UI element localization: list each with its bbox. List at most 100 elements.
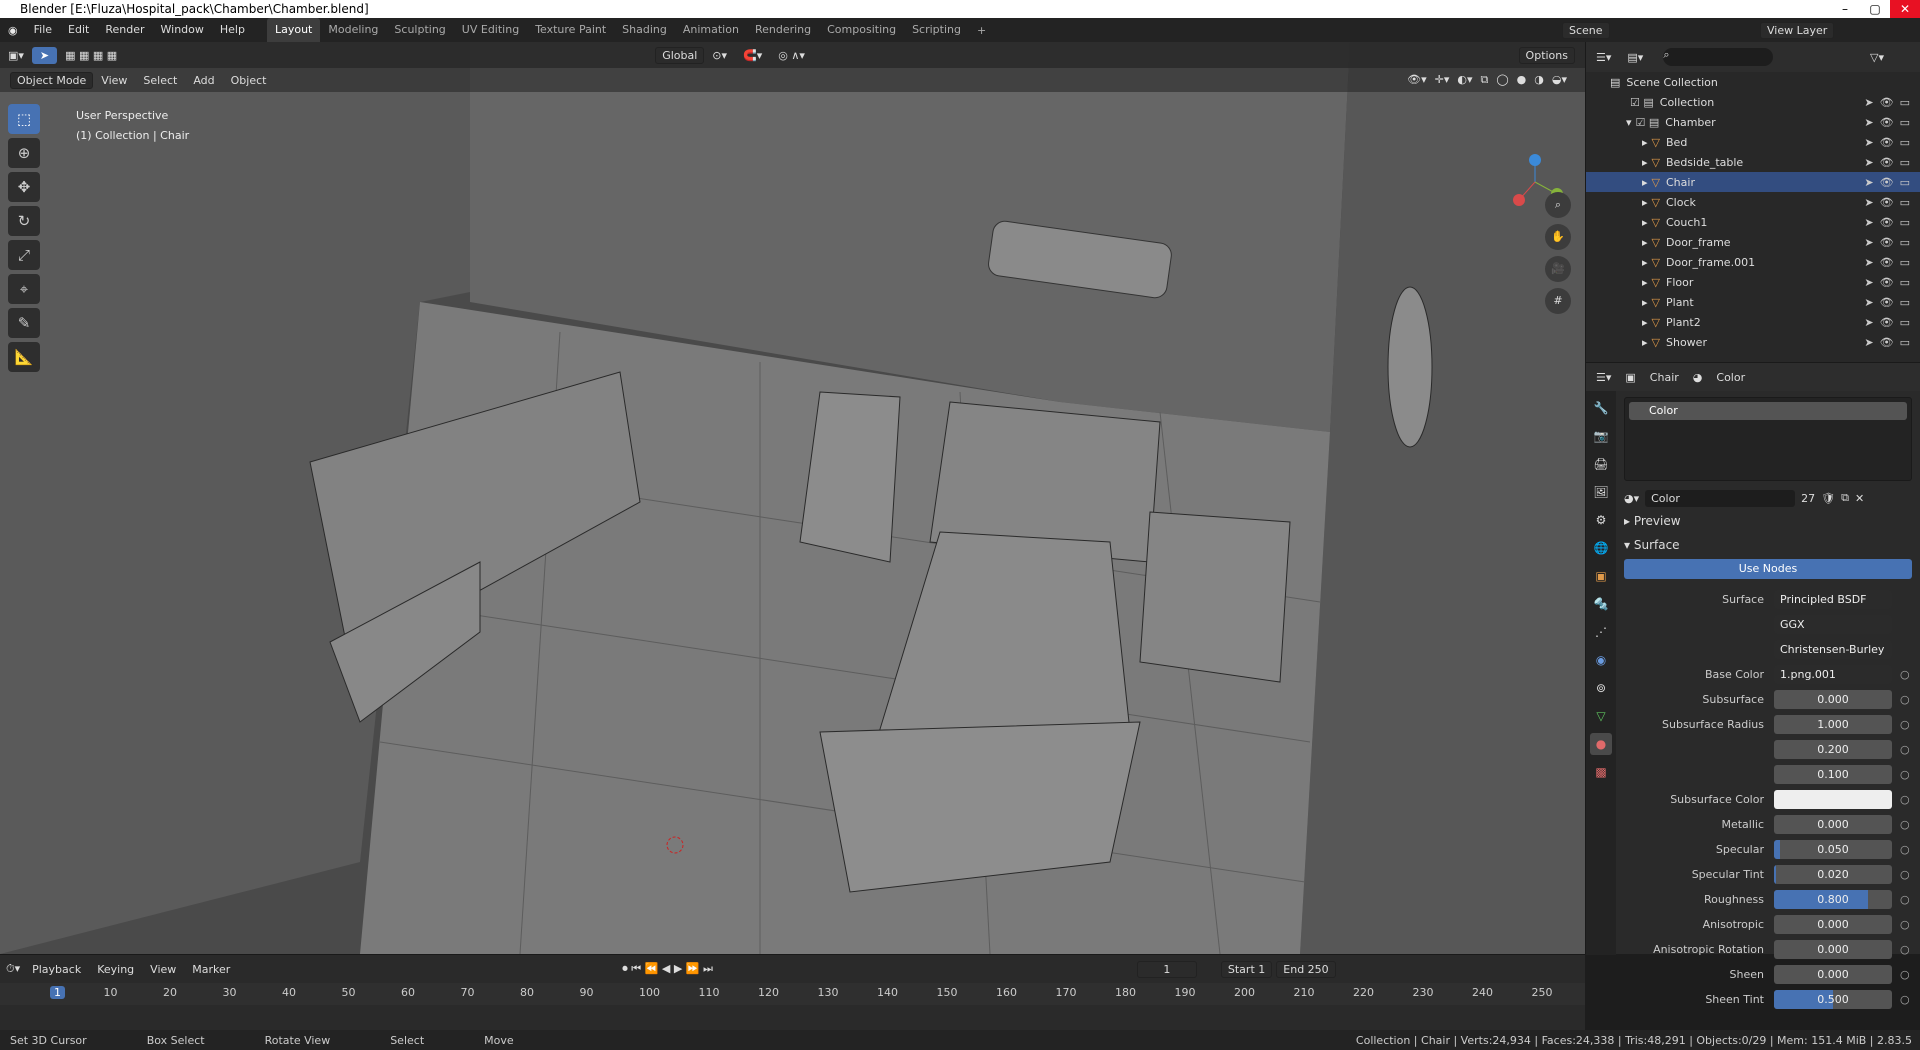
render-toggle-icon[interactable]: ▭ xyxy=(1900,176,1910,189)
material-browse-icon[interactable]: ◕▾ xyxy=(1624,492,1639,505)
keyframe-dot-icon[interactable]: ○ xyxy=(1900,818,1910,831)
scale-icon[interactable]: ⤢ xyxy=(8,240,40,270)
expand-arrow-icon[interactable]: ▸ xyxy=(1642,176,1648,189)
tab-animation[interactable]: Animation xyxy=(675,18,747,42)
tab-uv-editing[interactable]: UV Editing xyxy=(454,18,527,42)
transform-icon[interactable]: ⌖ xyxy=(8,274,40,304)
transform-orientation-dropdown[interactable]: Global xyxy=(655,46,705,64)
property-value-specular-tint[interactable]: 0.020 xyxy=(1774,865,1892,884)
editor-type-icon[interactable]: ▣▾ xyxy=(0,47,32,64)
solid-icon[interactable]: ● xyxy=(1517,73,1527,87)
surface-panel[interactable]: ▾ Surface xyxy=(1624,533,1912,557)
outliner-item-chair[interactable]: ▸ ▽ Chair ➤ 👁 ▭ xyxy=(1586,172,1920,192)
menu-help[interactable]: Help xyxy=(212,18,253,42)
scene-collection-row[interactable]: ▤ Scene Collection xyxy=(1586,72,1920,92)
outliner-item-door-frame[interactable]: ▸ ▽ Door_frame ➤ 👁 ▭ xyxy=(1586,232,1920,252)
tab-compositing[interactable]: Compositing xyxy=(819,18,904,42)
wireframe-icon[interactable]: ◯ xyxy=(1496,73,1508,87)
property-value-sheen[interactable]: 0.000 xyxy=(1774,965,1892,984)
zoom-icon[interactable]: ⌕ xyxy=(1545,192,1571,218)
timeline-menu-marker[interactable]: Marker xyxy=(184,961,238,978)
viewport-menu-object[interactable]: Object xyxy=(223,72,275,89)
property-value-anisotropic[interactable]: 0.000 xyxy=(1774,915,1892,934)
expand-arrow-icon[interactable]: ▸ xyxy=(1642,296,1648,309)
eye-icon[interactable]: 👁 xyxy=(1880,176,1894,189)
outliner-search-input[interactable]: ⌕ xyxy=(1663,48,1774,66)
fake-user-icon[interactable]: 🛡 xyxy=(1821,492,1835,505)
transport-controls[interactable]: ⏺ ⏮ ⏪ ◀ ▶ ⏩ ⏭ xyxy=(622,962,713,976)
property-value-roughness[interactable]: 0.800 xyxy=(1774,890,1892,909)
measure-icon[interactable]: 📐 xyxy=(8,342,40,372)
keyframe-dot-icon[interactable]: ○ xyxy=(1900,843,1910,856)
expand-arrow-icon[interactable]: ▸ xyxy=(1642,316,1648,329)
keyframe-dot-icon[interactable]: ○ xyxy=(1900,868,1910,881)
property-value-subsurface-radius[interactable]: 1.000 xyxy=(1774,715,1892,734)
close-button[interactable]: ✕ xyxy=(1890,0,1920,18)
current-frame-field[interactable]: 1 xyxy=(1136,960,1197,978)
data-tab-icon[interactable]: ▽ xyxy=(1590,705,1612,727)
minimize-button[interactable]: – xyxy=(1830,0,1860,18)
select-toggle-icon[interactable]: ➤ xyxy=(1864,296,1873,309)
eye-icon[interactable]: 👁 xyxy=(1880,216,1894,229)
overlay-icon[interactable]: ◐▾ xyxy=(1457,73,1472,87)
camera-icon[interactable]: 🎥 xyxy=(1545,256,1571,282)
physics-tab-icon[interactable]: ◉ xyxy=(1590,649,1612,671)
select-toggle-icon[interactable]: ➤ xyxy=(1864,156,1873,169)
select-toggle-icon[interactable]: ➤ xyxy=(1864,96,1873,109)
particles-tab-icon[interactable]: ⋰ xyxy=(1590,621,1612,643)
keyframe-dot-icon[interactable]: ○ xyxy=(1900,943,1910,956)
viewport-menu-add[interactable]: Add xyxy=(185,72,222,89)
render-toggle-icon[interactable]: ▭ xyxy=(1900,256,1910,269)
select-toggle-icon[interactable]: ➤ xyxy=(1864,216,1873,229)
render-toggle-icon[interactable]: ▭ xyxy=(1900,336,1910,349)
tab-scripting[interactable]: Scripting xyxy=(904,18,969,42)
scene-tab-icon[interactable]: ⚙ xyxy=(1590,509,1612,531)
eye-icon[interactable]: 👁 xyxy=(1880,96,1894,109)
expand-arrow-icon[interactable]: ▸ xyxy=(1642,156,1648,169)
render-toggle-icon[interactable]: ▭ xyxy=(1900,276,1910,289)
material-slot[interactable]: Color xyxy=(1629,402,1907,420)
menu-window[interactable]: Window xyxy=(153,18,212,42)
timeline-menu-playback[interactable]: Playback xyxy=(24,961,89,978)
props-editor-icon[interactable]: ☰▾ xyxy=(1596,371,1611,384)
start-frame-field[interactable]: Start 1 xyxy=(1220,960,1273,978)
subsurface-method-dropdown[interactable]: Christensen-Burley xyxy=(1774,640,1892,659)
expand-arrow-icon[interactable]: ▸ xyxy=(1642,136,1648,149)
maximize-button[interactable]: ▢ xyxy=(1860,0,1890,18)
proportional-edit-icon[interactable]: ◎ ∧▾ xyxy=(770,47,813,64)
use-nodes-button[interactable]: Use Nodes xyxy=(1624,559,1912,579)
visibility-icon[interactable]: 👁▾ xyxy=(1407,73,1427,87)
eye-icon[interactable]: 👁 xyxy=(1880,196,1894,209)
render-toggle-icon[interactable]: ▭ xyxy=(1900,96,1910,109)
preview-panel[interactable]: ▸ Preview xyxy=(1624,509,1912,533)
render-toggle-icon[interactable]: ▭ xyxy=(1900,216,1910,229)
surface-shader-field[interactable]: Principled BSDF xyxy=(1774,590,1892,609)
select-toggle-icon[interactable]: ➤ xyxy=(1864,276,1873,289)
expand-arrow-icon[interactable]: ▾ xyxy=(1626,116,1632,129)
eye-icon[interactable]: 👁 xyxy=(1880,236,1894,249)
outliner-item-couch1[interactable]: ▸ ▽ Couch1 ➤ 👁 ▭ xyxy=(1586,212,1920,232)
duplicate-icon[interactable]: ⧉ xyxy=(1841,491,1849,505)
tab-modeling[interactable]: Modeling xyxy=(320,18,386,42)
select-box-icon[interactable]: ⬚ xyxy=(8,104,40,134)
render-toggle-icon[interactable]: ▭ xyxy=(1900,136,1910,149)
outliner-editor-icon[interactable]: ☰▾ xyxy=(1596,51,1611,64)
expand-arrow-icon[interactable]: ▸ xyxy=(1642,276,1648,289)
unlink-icon[interactable]: ✕ xyxy=(1855,492,1864,505)
move-icon[interactable]: ✥ xyxy=(8,172,40,202)
texture-tab-icon[interactable]: ▩ xyxy=(1590,761,1612,783)
view-layer-selector[interactable]: View Layer xyxy=(1760,21,1835,39)
eye-icon[interactable]: 👁 xyxy=(1880,296,1894,309)
select-toggle-icon[interactable]: ➤ xyxy=(1864,316,1873,329)
constraints-tab-icon[interactable]: ⊚ xyxy=(1590,677,1612,699)
select-toggle-icon[interactable]: ➤ xyxy=(1864,256,1873,269)
outliner-item-bed[interactable]: ▸ ▽ Bed ➤ 👁 ▭ xyxy=(1586,132,1920,152)
distribution-dropdown[interactable]: GGX xyxy=(1774,615,1892,634)
expand-arrow-icon[interactable]: ▸ xyxy=(1642,216,1648,229)
eye-icon[interactable]: 👁 xyxy=(1880,256,1894,269)
material-name-field[interactable]: Color xyxy=(1645,489,1796,507)
outliner-item-door-frame-001[interactable]: ▸ ▽ Door_frame.001 ➤ 👁 ▭ xyxy=(1586,252,1920,272)
eye-icon[interactable]: 👁 xyxy=(1880,336,1894,349)
mode-dropdown[interactable]: Object Mode xyxy=(10,71,94,89)
tab-shading[interactable]: Shading xyxy=(614,18,675,42)
